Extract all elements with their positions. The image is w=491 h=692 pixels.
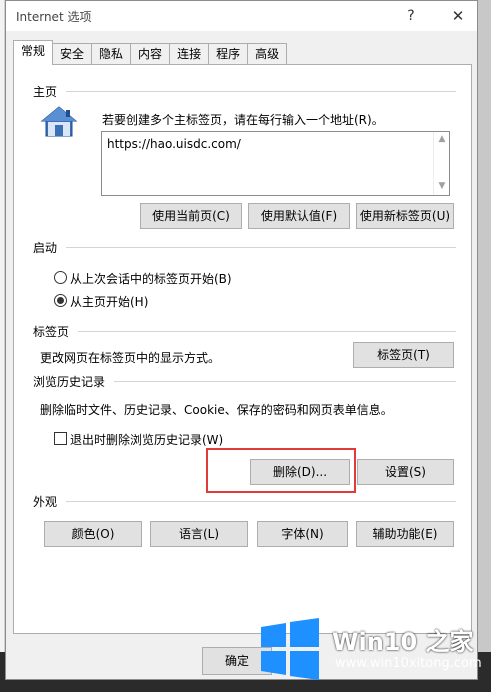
tab-general[interactable]: 常规 [13,40,54,65]
use-current-button[interactable]: 使用当前页(C) [140,203,242,229]
appearance-group-title: 外观 [33,495,58,509]
divider [66,91,456,92]
url-scrollbar[interactable]: ▲ ▼ [433,132,449,195]
divider [66,247,456,248]
annotation-highlight-box [206,448,356,493]
watermark-url: www.win10xitong.com [335,656,482,671]
scroll-up-icon[interactable]: ▲ [437,134,447,144]
tab-strip: 常规 安全 隐私 内容 连接 程序 高级 [13,40,288,65]
use-new-tab-button[interactable]: 使用新标签页(U) [356,203,454,229]
home-icon [40,106,78,137]
use-default-button[interactable]: 使用默认值(F) [248,203,350,229]
scroll-down-icon[interactable]: ▼ [437,181,447,191]
watermark-title: Win10 之家 [332,628,474,656]
radio-home-page-label[interactable]: 从主页开始(H) [70,293,148,310]
help-button[interactable]: ? [396,4,426,28]
window-title: Internet 选项 [16,10,92,24]
tab-connections[interactable]: 连接 [169,43,210,65]
history-group-title: 浏览历史记录 [33,375,106,389]
startup-group-title: 启动 [33,241,58,255]
tab-privacy[interactable]: 隐私 [91,43,132,65]
history-description: 删除临时文件、历史记录、Cookie、保存的密码和网页表单信息。 [40,403,393,417]
fonts-button[interactable]: 字体(N) [257,521,348,547]
backdrop-right [478,0,491,692]
divider [78,331,456,332]
radio-last-session-label[interactable]: 从上次会话中的标签页开始(B) [70,270,232,287]
homepage-url-value: https://hao.uisdc.com/ [107,137,241,151]
colors-button[interactable]: 颜色(O) [44,521,142,547]
tab-programs[interactable]: 程序 [208,43,249,65]
homepage-url-textarea[interactable]: https://hao.uisdc.com/ ▲ ▼ [101,131,450,196]
tab-advanced[interactable]: 高级 [247,43,288,65]
accessibility-button[interactable]: 辅助功能(E) [356,521,454,547]
tab-security[interactable]: 安全 [52,43,93,65]
titlebar: Internet 选项 ? ✕ [6,1,477,31]
tabs-group-title: 标签页 [33,325,70,339]
divider [114,381,456,382]
windows-logo-icon [261,618,319,680]
homepage-group-title: 主页 [33,85,58,99]
history-settings-button[interactable]: 设置(S) [357,459,454,485]
tabs-settings-button[interactable]: 标签页(T) [353,342,454,368]
delete-on-exit-label[interactable]: 退出时删除浏览历史记录(W) [70,431,223,448]
general-panel: 主页 若要创建多个主标签页，请在每行输入一个地址(R)。 https://hao… [13,64,472,634]
tabs-description: 更改网页在标签页中的显示方式。 [40,351,221,365]
languages-button[interactable]: 语言(L) [150,521,248,547]
delete-on-exit-checkbox[interactable] [54,432,67,445]
tab-content[interactable]: 内容 [130,43,171,65]
internet-options-dialog: Internet 选项 ? ✕ 常规 安全 隐私 内容 连接 程序 高级 主页 … [5,0,478,680]
close-button[interactable]: ✕ [440,4,476,28]
radio-last-session[interactable] [54,271,67,284]
divider [66,501,456,502]
radio-home-page[interactable] [54,294,67,307]
homepage-instruction: 若要创建多个主标签页，请在每行输入一个地址(R)。 [102,113,384,127]
